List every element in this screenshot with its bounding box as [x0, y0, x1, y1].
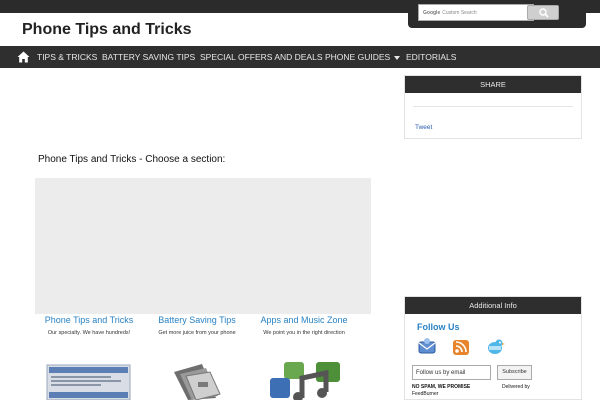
additional-info-heading: Additional Info [405, 297, 581, 314]
feature-title[interactable]: Battery Saving Tips [141, 315, 253, 325]
nav-item-tips-tricks[interactable]: TIPS & TRICKS [37, 46, 97, 68]
home-icon[interactable] [17, 51, 30, 63]
site-title[interactable]: Phone Tips and Tricks [22, 21, 192, 39]
feature-title[interactable]: Apps and Music Zone [248, 315, 360, 325]
tweet-link[interactable]: Tweet [415, 124, 432, 131]
nav-item-label: PHONE GUIDES [325, 52, 391, 62]
rss-follow-icon[interactable] [451, 337, 471, 357]
delivered-by-label: Delivered by [502, 384, 530, 390]
nav-item-phone-guides[interactable]: PHONE GUIDES [325, 46, 401, 68]
page: Google Custom Search Phone Tips and Trick… [0, 0, 600, 400]
main-nav: TIPS & TRICKS BATTERY SAVING TIPS SPECIA… [0, 46, 600, 68]
feature-subtitle: We point you in the right direction [263, 330, 345, 336]
divider [413, 106, 573, 107]
follow-us-title: Follow Us [417, 322, 460, 332]
nav-item-label: TIPS & TRICKS [37, 52, 98, 62]
nav-item-special-offers[interactable]: SPECIAL OFFERS AND DEALS [200, 46, 323, 68]
no-spam-note: NO SPAM, WE PROMISE [412, 384, 471, 390]
search-icon [539, 8, 549, 18]
chevron-down-icon [394, 55, 401, 60]
email-follow-icon[interactable] [417, 337, 437, 357]
google-logo: Google [423, 10, 441, 16]
featured-slider[interactable] [35, 178, 371, 314]
subscribe-button[interactable]: Subscribe [497, 365, 532, 380]
feedburner-link[interactable]: FeedBurner [412, 391, 438, 397]
section-heading: Phone Tips and Tricks - Choose a section… [38, 154, 226, 165]
nav-item-battery-saving-tips[interactable]: BATTERY SAVING TIPS [102, 46, 195, 68]
feature-title[interactable]: Phone Tips and Tricks [33, 315, 145, 325]
search-placeholder: Custom Search [442, 10, 477, 16]
phone-screenshot-image[interactable] [46, 362, 132, 400]
share-widget: SHARE Tweet [404, 75, 582, 139]
feature-subtitle: Get more juice from your phone [158, 330, 236, 336]
nav-item-editorials[interactable]: EDITORIALS [406, 46, 456, 68]
nav-item-label: BATTERY SAVING TIPS [102, 52, 196, 62]
feature-phone-tips: Phone Tips and Tricks Our specialty. We … [33, 315, 145, 336]
search-box: Google Custom Search [408, 0, 586, 28]
battery-cards-image[interactable] [170, 362, 224, 400]
nav-item-label: SPECIAL OFFERS AND DEALS [200, 52, 323, 62]
twitter-follow-icon[interactable] [484, 337, 506, 357]
feature-battery-saving: Battery Saving Tips Get more juice from … [141, 315, 253, 336]
feature-apps-music: Apps and Music Zone We point you in the … [248, 315, 360, 336]
share-heading: SHARE [405, 76, 581, 93]
additional-info-widget: Additional Info Follow Us Follow us by e… [404, 296, 582, 400]
search-button[interactable] [527, 5, 559, 20]
email-follow-input[interactable]: Follow us by email [412, 365, 491, 380]
search-input[interactable]: Google Custom Search [418, 4, 534, 21]
feature-subtitle: Our specialty. We have hundreds! [47, 330, 131, 336]
apps-music-image[interactable] [268, 362, 342, 400]
nav-item-label: EDITORIALS [406, 52, 457, 62]
